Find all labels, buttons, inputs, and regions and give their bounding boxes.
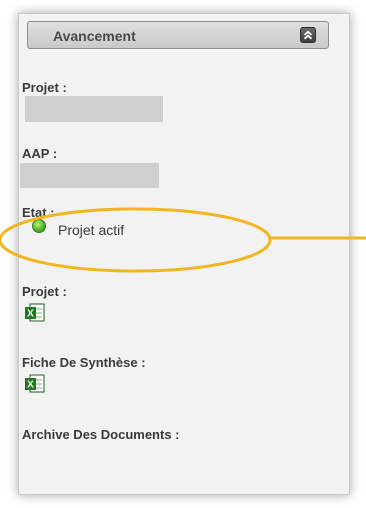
fiche-synthese-label: Fiche De Synthèse : bbox=[22, 355, 146, 370]
etat-label: Etat : bbox=[22, 205, 55, 220]
status-green-dot-icon bbox=[32, 219, 46, 233]
aap-label: AAP : bbox=[22, 146, 58, 161]
svg-text:X: X bbox=[27, 309, 34, 320]
aap-value-redacted bbox=[20, 163, 159, 188]
panel-title: Avancement bbox=[53, 28, 136, 44]
projet-value-redacted bbox=[25, 96, 163, 122]
avancement-panel: Avancement bbox=[18, 13, 350, 495]
collapse-icon[interactable] bbox=[300, 27, 316, 43]
excel-file-icon[interactable]: X bbox=[24, 303, 46, 323]
excel-file-icon[interactable]: X bbox=[24, 374, 46, 394]
svg-text:X: X bbox=[27, 380, 34, 391]
panel-header: Avancement bbox=[27, 21, 329, 49]
projet-label: Projet : bbox=[22, 80, 67, 95]
projet-file-label: Projet : bbox=[22, 284, 67, 299]
status-text: Projet actif bbox=[58, 222, 125, 238]
archive-documents-label: Archive Des Documents : bbox=[22, 427, 180, 442]
